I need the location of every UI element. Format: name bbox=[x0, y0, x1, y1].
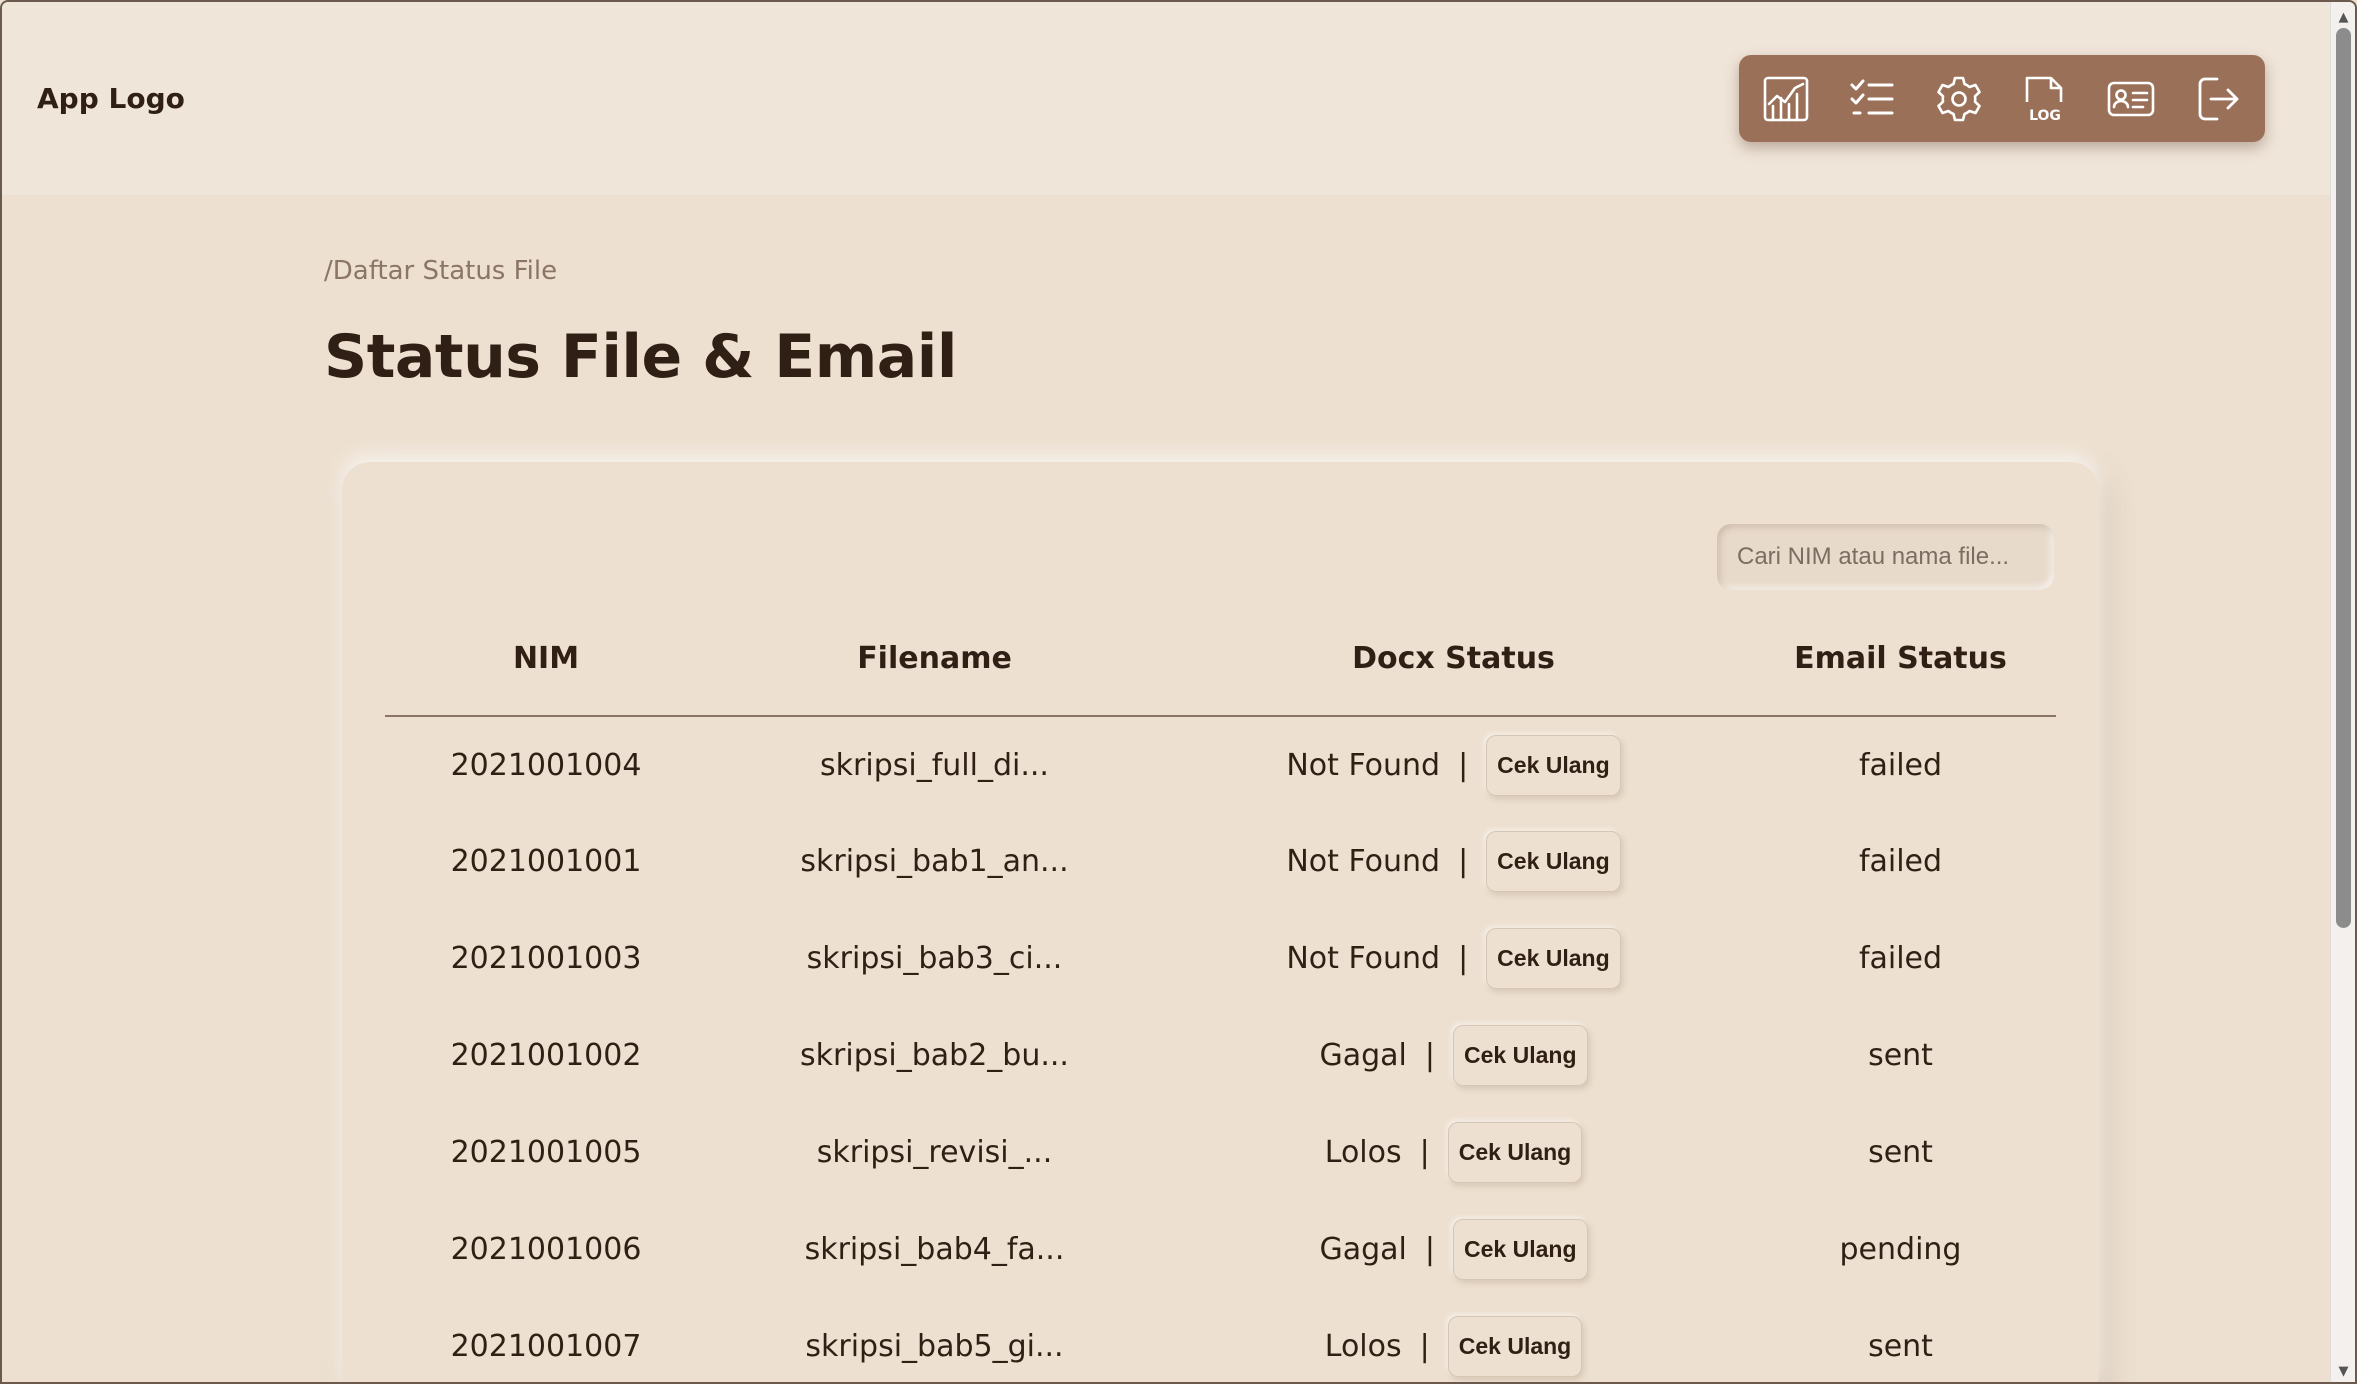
cek-ulang-button[interactable]: Cek Ulang bbox=[1447, 1316, 1583, 1377]
nim-cell: 2021001005 bbox=[450, 1135, 642, 1170]
filename-cell: skripsi_revisi_... bbox=[816, 1135, 1053, 1170]
column-header-docx-status[interactable]: Docx Status bbox=[1162, 602, 1745, 717]
column-header-email-status[interactable]: Email Status bbox=[1745, 602, 2056, 717]
cek-ulang-button[interactable]: Cek Ulang bbox=[1447, 1122, 1583, 1183]
cek-ulang-button[interactable]: Cek Ulang bbox=[1486, 928, 1621, 989]
logout-icon[interactable] bbox=[2188, 69, 2248, 129]
filename-cell: skripsi_full_di... bbox=[820, 747, 1049, 783]
table-header-row: NIM Filename Docx Status Email Status bbox=[385, 602, 2056, 717]
email-status-cell: failed bbox=[1858, 844, 1943, 879]
gear-icon[interactable] bbox=[1929, 69, 1989, 129]
filename-cell: skripsi_bab3_ci... bbox=[806, 941, 1063, 976]
filename-cell: skripsi_bab1_an... bbox=[800, 844, 1069, 879]
separator: | bbox=[1458, 747, 1469, 783]
table-row: 2021001003 skripsi_bab3_ci... Not Found … bbox=[385, 910, 2056, 1007]
app-logo[interactable]: App Logo bbox=[37, 82, 185, 115]
cek-ulang-button[interactable]: Cek Ulang bbox=[1486, 734, 1621, 796]
id-card-icon[interactable] bbox=[2101, 69, 2161, 129]
top-header: App Logo LOG bbox=[2, 2, 2332, 195]
nim-cell: 2021001001 bbox=[450, 844, 642, 879]
nim-cell: 2021001006 bbox=[450, 1232, 642, 1267]
vertical-scrollbar[interactable]: ▲ ▼ bbox=[2330, 2, 2355, 1382]
nim-cell: 2021001003 bbox=[450, 941, 642, 976]
docx-status-cell: Lolos | Cek Ulang bbox=[1162, 1104, 1745, 1201]
separator: | bbox=[1424, 1232, 1436, 1267]
docx-status-cell: Gagal | Cek Ulang bbox=[1162, 1007, 1745, 1104]
filename-cell: skripsi_bab4_fa... bbox=[804, 1232, 1065, 1267]
email-status-cell: sent bbox=[1868, 1038, 1933, 1073]
docx-status-text: Not Found bbox=[1286, 747, 1441, 783]
separator: | bbox=[1458, 941, 1469, 976]
scroll-up-arrow-icon[interactable]: ▲ bbox=[2331, 6, 2355, 28]
docx-status-cell: Not Found | Cek Ulang bbox=[1162, 716, 1745, 813]
scroll-down-arrow-icon[interactable]: ▼ bbox=[2331, 1360, 2355, 1382]
status-table: NIM Filename Docx Status Email Status 20… bbox=[385, 602, 2056, 1382]
scrollbar-thumb[interactable] bbox=[2336, 28, 2351, 928]
status-table-card: NIM Filename Docx Status Email Status 20… bbox=[342, 462, 2099, 1382]
cek-ulang-button[interactable]: Cek Ulang bbox=[1486, 831, 1621, 892]
docx-status-cell: Not Found | Cek Ulang bbox=[1162, 910, 1745, 1007]
email-status-cell: pending bbox=[1839, 1232, 1962, 1267]
separator: | bbox=[1458, 844, 1469, 879]
nim-cell: 2021001002 bbox=[450, 1038, 642, 1073]
email-status-cell: sent bbox=[1868, 1329, 1933, 1364]
page-title: Status File & Email bbox=[324, 322, 957, 392]
cek-ulang-button[interactable]: Cek Ulang bbox=[1453, 1025, 1588, 1086]
docx-status-cell: Gagal | Cek Ulang bbox=[1162, 1201, 1745, 1298]
docx-status-text: Gagal bbox=[1319, 1232, 1407, 1267]
email-status-cell: sent bbox=[1868, 1135, 1933, 1170]
filename-cell: skripsi_bab2_bu... bbox=[800, 1038, 1069, 1073]
separator: | bbox=[1424, 1038, 1436, 1073]
email-status-cell: failed bbox=[1858, 941, 1943, 976]
nim-cell: 2021001007 bbox=[450, 1329, 642, 1364]
docx-status-text: Lolos bbox=[1324, 1135, 1402, 1170]
checklist-icon[interactable] bbox=[1842, 69, 1902, 129]
log-file-icon[interactable]: LOG bbox=[2015, 69, 2075, 129]
cek-ulang-button[interactable]: Cek Ulang bbox=[1453, 1219, 1588, 1280]
docx-status-text: Not Found bbox=[1286, 941, 1441, 976]
table-row: 2021001004 skripsi_full_di... Not Found … bbox=[385, 716, 2056, 813]
docx-status-cell: Lolos | Cek Ulang bbox=[1162, 1298, 1745, 1382]
breadcrumb[interactable]: /Daftar Status File bbox=[324, 256, 557, 286]
table-row: 2021001007 skripsi_bab5_gi... Lolos | Ce… bbox=[385, 1298, 2056, 1382]
separator: | bbox=[1419, 1329, 1430, 1364]
nav-toolbar: LOG bbox=[1739, 55, 2265, 142]
email-status-cell: failed bbox=[1858, 747, 1943, 783]
docx-status-text: Not Found bbox=[1286, 844, 1441, 879]
chart-icon[interactable] bbox=[1756, 69, 1816, 129]
svg-text:LOG: LOG bbox=[2029, 108, 2061, 124]
separator: | bbox=[1419, 1135, 1430, 1170]
app-window: App Logo LOG /Daftar Status File Status … bbox=[0, 0, 2357, 1384]
column-header-nim[interactable]: NIM bbox=[385, 602, 707, 717]
table-row: 2021001005 skripsi_revisi_... Lolos | Ce… bbox=[385, 1104, 2056, 1201]
filename-cell: skripsi_bab5_gi... bbox=[805, 1329, 1064, 1364]
nim-cell: 2021001004 bbox=[450, 747, 642, 783]
column-header-filename[interactable]: Filename bbox=[707, 602, 1162, 717]
table-row: 2021001002 skripsi_bab2_bu... Gagal | Ce… bbox=[385, 1007, 2056, 1104]
docx-status-text: Lolos bbox=[1324, 1329, 1402, 1364]
search-input[interactable] bbox=[1717, 524, 2054, 590]
table-row: 2021001006 skripsi_bab4_fa... Gagal | Ce… bbox=[385, 1201, 2056, 1298]
docx-status-text: Gagal bbox=[1319, 1038, 1407, 1073]
docx-status-cell: Not Found | Cek Ulang bbox=[1162, 813, 1745, 910]
table-row: 2021001001 skripsi_bab1_an... Not Found … bbox=[385, 813, 2056, 910]
